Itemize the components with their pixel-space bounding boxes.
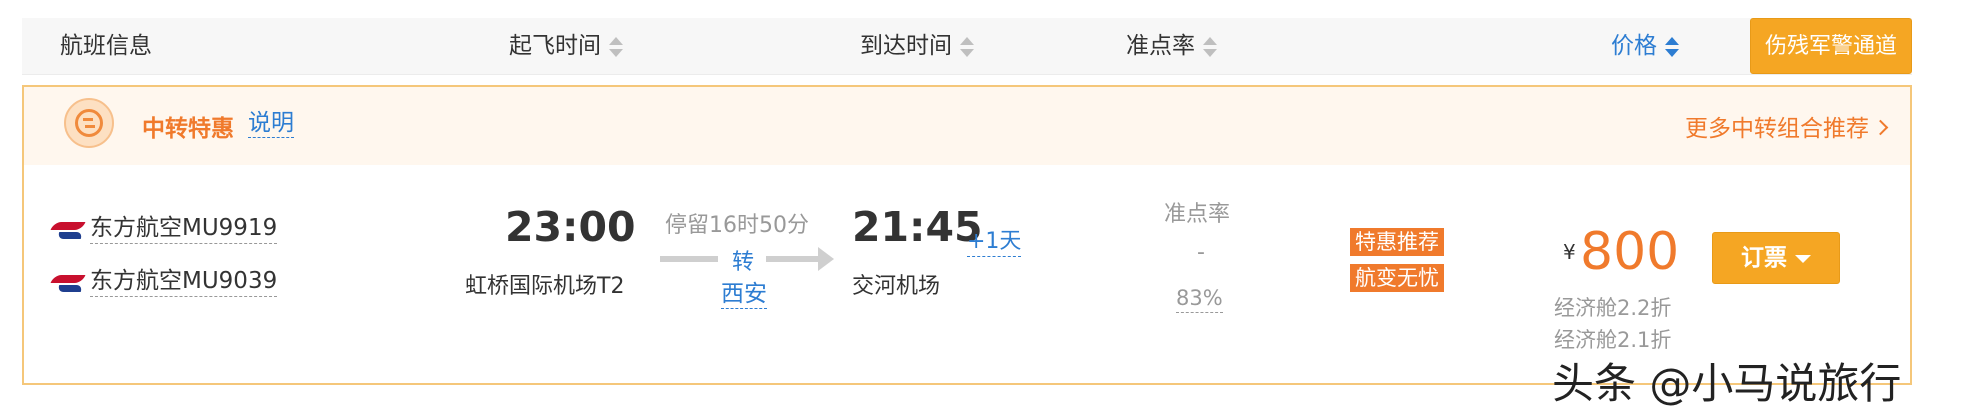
sort-arrows-icon	[609, 36, 623, 58]
china-eastern-logo-icon	[50, 217, 86, 243]
sort-price[interactable]: 价格	[1611, 18, 1679, 74]
military-disabled-channel-button[interactable]: 伤残军警通道	[1750, 18, 1912, 74]
ontime-rate-segment-1: -	[1197, 240, 1205, 265]
china-eastern-logo-icon	[50, 270, 86, 296]
discount-segment-1: 经济舱2.2折	[1554, 296, 1672, 320]
stopover-duration: 停留16时50分	[665, 213, 809, 238]
departure-time: 23:00	[505, 203, 636, 251]
caret-down-icon	[1795, 254, 1811, 263]
departure-airport: 虹桥国际机场T2	[465, 274, 625, 299]
more-link-label: 更多中转组合推荐	[1685, 116, 1869, 142]
promo-title: 中转特惠	[142, 116, 234, 142]
arrival-next-day-badge[interactable]: +1天	[967, 228, 1022, 257]
route-arrow-icon	[818, 247, 834, 271]
transfer-promo-icon	[64, 98, 114, 148]
sort-departure-time[interactable]: 起飞时间	[509, 18, 623, 74]
arrival-time: 21:45	[852, 203, 983, 251]
column-flight-info: 航班信息	[60, 33, 152, 59]
price-value: 800	[1580, 222, 1680, 282]
sort-arrows-icon	[960, 36, 974, 58]
watermark: 头条 @小马说旅行	[1552, 359, 1902, 408]
route-line-right	[766, 256, 820, 262]
tag-change-worry-free: 航变无忧	[1350, 264, 1444, 292]
transfer-city-link[interactable]: 西安	[721, 280, 767, 309]
ontime-rate-label: 准点率	[1164, 202, 1231, 227]
sort-arrows-icon	[1203, 36, 1217, 58]
currency-symbol: ¥	[1563, 240, 1576, 264]
ontime-rate-segment-2[interactable]: 83%	[1176, 285, 1223, 313]
airline-segment-2[interactable]: 东方航空MU9039	[90, 266, 278, 297]
column-departure-label: 起飞时间	[509, 33, 601, 59]
tag-special-recommend: 特惠推荐	[1350, 228, 1444, 256]
transfer-promo-banner: 中转特惠 说明 更多中转组合推荐	[24, 87, 1910, 165]
arrival-airport: 交河机场	[852, 274, 941, 299]
column-price-label: 价格	[1611, 33, 1657, 59]
column-ontime-label: 准点率	[1126, 33, 1195, 59]
book-button-label: 订票	[1741, 245, 1787, 271]
promo-explain-link[interactable]: 说明	[248, 109, 294, 138]
chevron-right-icon	[1872, 119, 1889, 136]
airline-segment-1[interactable]: 东方航空MU9919	[90, 213, 278, 244]
more-transfer-combos-link[interactable]: 更多中转组合推荐	[1685, 109, 1889, 143]
sort-arrival-time[interactable]: 到达时间	[860, 18, 974, 74]
route-line-left	[660, 256, 718, 262]
flight-list-header: 航班信息 起飞时间 到达时间 准点率 价格	[22, 18, 1912, 75]
transfer-label: 转	[732, 250, 755, 275]
book-ticket-button[interactable]: 订票	[1712, 232, 1840, 284]
column-arrival-label: 到达时间	[860, 33, 952, 59]
sort-ontime-rate[interactable]: 准点率	[1126, 18, 1217, 74]
sort-arrows-icon	[1665, 36, 1679, 58]
